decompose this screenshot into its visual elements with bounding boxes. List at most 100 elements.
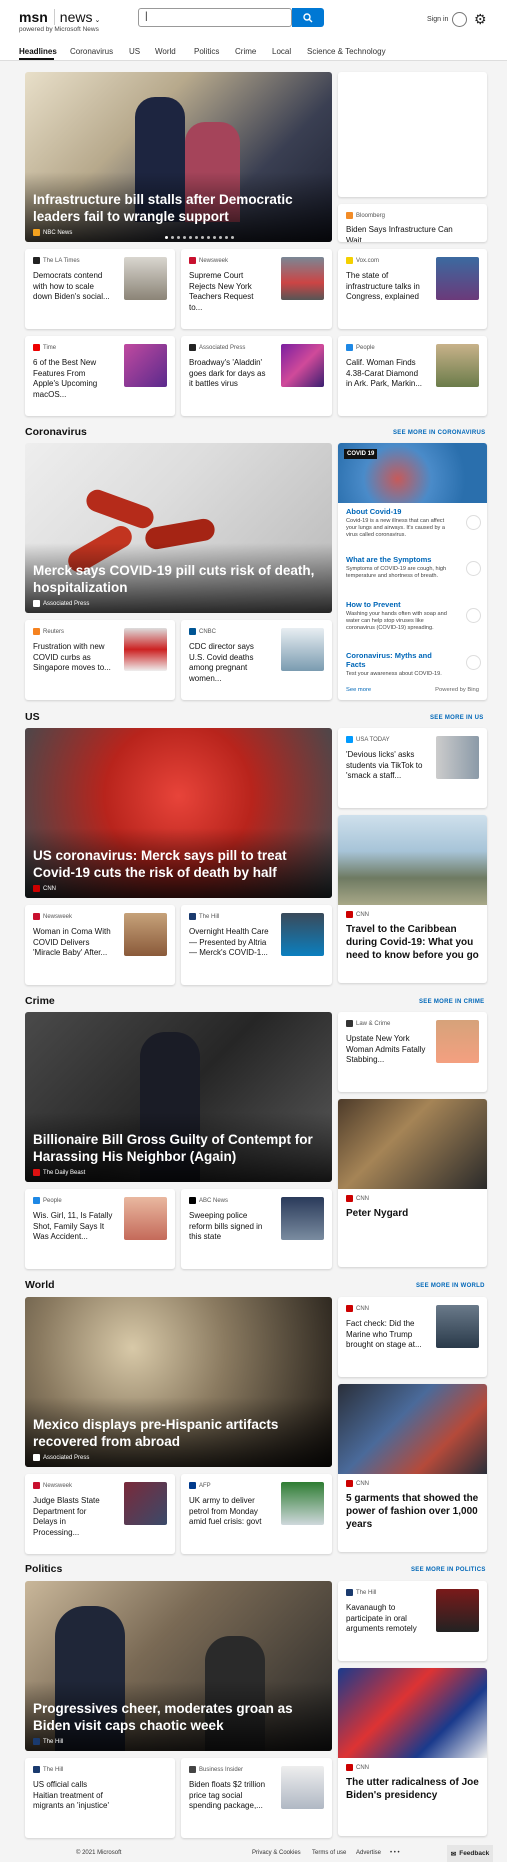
- tab-science-technology[interactable]: Science & Technology: [307, 47, 386, 56]
- card-thumbnail: [436, 1589, 479, 1632]
- news-card[interactable]: USA TODAY 'Devious licks' asks students …: [338, 728, 487, 808]
- card-source: CNN: [346, 1480, 369, 1487]
- section-heading-us: US: [25, 711, 40, 723]
- hero-card[interactable]: Infrastructure bill stalls after Democra…: [25, 72, 332, 242]
- news-card[interactable]: Newsweek Woman in Coma With COVID Delive…: [25, 905, 175, 985]
- item-desc: Covid-19 is a new illness that can affec…: [346, 518, 446, 538]
- card-source: CNBC: [189, 628, 216, 635]
- card-source: Bloomberg: [346, 212, 385, 219]
- news-card[interactable]: The Hill Overnight Health Care — Present…: [181, 905, 332, 985]
- search-input[interactable]: |: [138, 8, 292, 27]
- card-source: Law & Crime: [346, 1020, 390, 1027]
- see-more-politics-link[interactable]: SEE MORE IN POLITICS: [411, 1567, 486, 1573]
- covid-item-about[interactable]: About Covid-19 Covid-19 is a new illness …: [346, 507, 450, 539]
- see-more-coronavirus-link[interactable]: SEE MORE IN CORONAVIRUS: [393, 430, 485, 436]
- news-card[interactable]: Time 6 of the Best New Features From App…: [25, 336, 175, 416]
- card-source: CNN: [346, 1305, 369, 1312]
- chevron-down-icon: ⌄: [94, 17, 101, 24]
- search-button[interactable]: [292, 8, 324, 27]
- see-more-crime-link[interactable]: SEE MORE IN CRIME: [419, 999, 484, 1005]
- news-card[interactable]: The Hill US official calls Haitian treat…: [25, 1758, 175, 1838]
- carousel-dots[interactable]: [165, 236, 234, 239]
- section-heading-politics: Politics: [25, 1563, 63, 1575]
- source-icon: [346, 736, 353, 743]
- powered-by: powered by Microsoft News: [19, 26, 99, 33]
- card-thumbnail: [436, 1020, 479, 1063]
- header: msn news ⌄ powered by Microsoft News | Sig…: [0, 0, 507, 60]
- source-label: Business Insider: [199, 1766, 244, 1773]
- item-desc: Washing your hands often with soap and w…: [346, 611, 447, 631]
- covid-banner: COVID 19: [338, 443, 487, 503]
- more-dots-icon[interactable]: • • •: [390, 1850, 400, 1856]
- news-card[interactable]: Vox.com The state of infrastructure talk…: [338, 249, 487, 329]
- news-card[interactable]: Law & Crime Upstate New York Woman Admit…: [338, 1012, 487, 1092]
- news-card-tall[interactable]: CNN Peter Nygard: [338, 1099, 487, 1267]
- item-heading: What are the Symptoms: [346, 555, 432, 564]
- tab-politics[interactable]: Politics: [194, 47, 219, 56]
- card-thumbnail: [281, 1766, 324, 1809]
- privacy-link[interactable]: Privacy & Cookies: [252, 1850, 301, 1856]
- news-card[interactable]: People Wis. Girl, 11, Is Fatally Shot, F…: [25, 1189, 175, 1269]
- news-card[interactable]: CNN Fact check: Did the Marine who Trump…: [338, 1297, 487, 1377]
- hero-card[interactable]: US coronavirus: Merck says pill to treat…: [25, 728, 332, 898]
- search-icon: [303, 12, 313, 22]
- news-card[interactable]: Associated Press Broadway's 'Aladdin' go…: [181, 336, 332, 416]
- hero-card[interactable]: Billionaire Bill Gross Guilty of Contemp…: [25, 1012, 332, 1182]
- tab-coronavirus[interactable]: Coronavirus: [70, 47, 113, 56]
- card-image: [338, 1384, 487, 1474]
- card-thumbnail: [436, 257, 479, 300]
- news-card[interactable]: Newsweek Supreme Court Rejects New York …: [181, 249, 332, 329]
- covid-item-symptoms[interactable]: What are the Symptoms Symptoms of COVID-1…: [346, 555, 450, 580]
- tab-local[interactable]: Local: [272, 47, 291, 56]
- news-card[interactable]: AFP UK army to deliver petrol from Monda…: [181, 1474, 332, 1554]
- card-thumbnail: [124, 257, 167, 300]
- news-card[interactable]: The LA Times Democrats contend with how …: [25, 249, 175, 329]
- hero-card[interactable]: Progressives cheer, moderates groan as B…: [25, 1581, 332, 1751]
- card-source: Reuters: [33, 628, 64, 635]
- avatar-icon[interactable]: [452, 12, 467, 27]
- prevent-icon: [466, 608, 481, 623]
- hero-title: US coronavirus: Merck says pill to treat…: [33, 848, 287, 880]
- news-card[interactable]: Reuters Frustration with new COVID curbs…: [25, 620, 175, 700]
- source-label: CNN: [43, 885, 56, 892]
- source-label: CNN: [356, 911, 369, 918]
- see-more-world-link[interactable]: SEE MORE IN WORLD: [416, 1283, 485, 1289]
- source-icon: [189, 257, 196, 264]
- source-icon: [189, 1197, 196, 1204]
- news-card[interactable]: The Hill Kavanaugh to participate in ora…: [338, 1581, 487, 1661]
- source-icon: [346, 1480, 353, 1487]
- card-thumbnail: [281, 628, 324, 671]
- news-card[interactable]: ABC News Sweeping police reform bills si…: [181, 1189, 332, 1269]
- myths-icon: [466, 655, 481, 670]
- tab-headlines[interactable]: Headlines: [19, 47, 57, 56]
- source-label: Time: [43, 344, 57, 351]
- covid-item-myths[interactable]: Coronavirus: Myths and Facts Test your aw…: [346, 651, 450, 678]
- tab-us[interactable]: US: [129, 47, 140, 56]
- gear-icon[interactable]: ⚙: [474, 12, 487, 26]
- news-card-tall[interactable]: CNN The utter radicalness of Joe Biden's…: [338, 1668, 487, 1836]
- covid-item-prevent[interactable]: How to Prevent Washing your hands often w…: [346, 600, 450, 632]
- msn-logo[interactable]: msn news ⌄: [19, 9, 100, 25]
- news-card-tall[interactable]: CNN 5 garments that showed the power of …: [338, 1384, 487, 1552]
- tab-crime[interactable]: Crime: [235, 47, 256, 56]
- card-image: [338, 815, 487, 905]
- feedback-button[interactable]: ✉ Feedback: [447, 1845, 493, 1862]
- news-card[interactable]: Business Insider Biden floats $2 trillio…: [181, 1758, 332, 1838]
- logo-news: news: [53, 9, 93, 25]
- news-card[interactable]: Newsweek Judge Blasts State Department f…: [25, 1474, 175, 1554]
- advertise-link[interactable]: Advertise: [356, 1850, 381, 1856]
- hero-card[interactable]: Merck says COVID-19 pill cuts risk of de…: [25, 443, 332, 613]
- sign-in-link[interactable]: Sign in: [427, 16, 448, 23]
- see-more-link[interactable]: See more: [346, 687, 371, 693]
- news-card-tall[interactable]: CNN Travel to the Caribbean during Covid…: [338, 815, 487, 983]
- see-more-us-link[interactable]: SEE MORE IN US: [430, 715, 484, 721]
- tab-world[interactable]: World: [155, 47, 176, 56]
- news-card[interactable]: CNBC CDC director says U.S. Covid deaths…: [181, 620, 332, 700]
- terms-link[interactable]: Terms of use: [312, 1850, 346, 1856]
- side-caption-card[interactable]: Bloomberg Biden Says Infrastructure Can …: [338, 204, 487, 242]
- news-card[interactable]: People Calif. Woman Finds 4.38-Carat Dia…: [338, 336, 487, 416]
- hero-card[interactable]: Mexico displays pre-Hispanic artifacts r…: [25, 1297, 332, 1467]
- card-source: The LA Times: [33, 257, 80, 264]
- item-desc: Test your awareness about COVID-19.: [346, 671, 442, 677]
- source-icon: [346, 344, 353, 351]
